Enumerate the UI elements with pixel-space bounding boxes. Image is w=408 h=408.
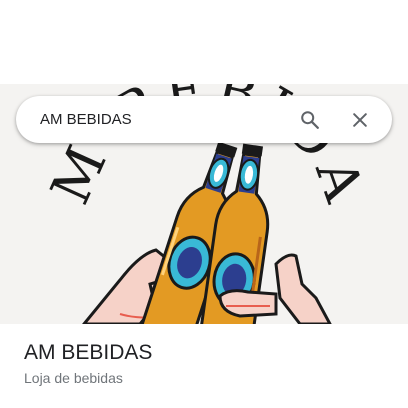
search-bar: AM BEBIDAS	[16, 96, 392, 143]
place-name[interactable]: AM BEBIDAS	[24, 340, 394, 366]
place-category: Loja de bebidas	[24, 370, 123, 386]
place-info: AM BEBIDAS Loja de bebidas	[24, 340, 394, 387]
search-button[interactable]	[292, 102, 328, 138]
clear-search-button[interactable]	[342, 102, 378, 138]
close-icon	[353, 112, 367, 127]
search-input[interactable]: AM BEBIDAS	[40, 111, 292, 128]
search-icon	[301, 110, 319, 129]
top-blank-area	[0, 0, 408, 84]
